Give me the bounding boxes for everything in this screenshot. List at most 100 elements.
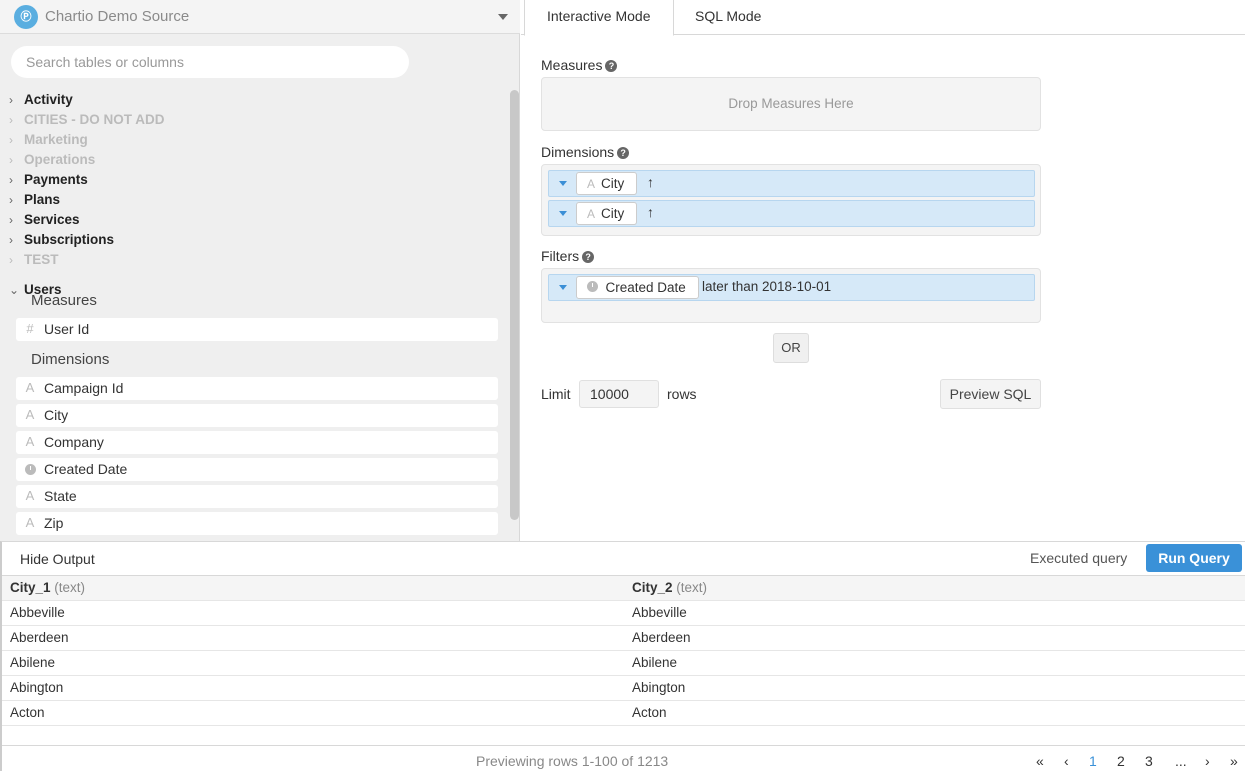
- table-cell: Abbeville: [10, 605, 65, 620]
- chevron-right-icon[interactable]: ›: [9, 90, 13, 110]
- measure-field[interactable]: # User Id: [16, 318, 498, 341]
- first-page-button[interactable]: «: [1036, 753, 1044, 769]
- column-header[interactable]: City_2 (text): [632, 576, 707, 600]
- executed-query-link[interactable]: Executed query: [1030, 550, 1127, 566]
- search-input[interactable]: [11, 46, 409, 78]
- limit-input[interactable]: [579, 380, 659, 408]
- table-cell: Abington: [10, 680, 64, 695]
- table-item[interactable]: › Activity: [0, 90, 505, 110]
- table-item[interactable]: › Operations: [0, 150, 505, 170]
- chevron-down-icon[interactable]: [559, 211, 567, 216]
- table-header-row: City_1 (text) City_2 (text): [2, 576, 1245, 601]
- output-toolbar: Hide Output Executed query Run Query: [2, 542, 1245, 576]
- last-page-button[interactable]: »: [1230, 753, 1238, 769]
- hide-output-button[interactable]: Hide Output: [20, 551, 95, 567]
- table-name: Operations: [24, 152, 96, 167]
- tab-interactive-mode[interactable]: Interactive Mode: [524, 0, 674, 36]
- table-row: Abilene Abilene: [2, 651, 1245, 676]
- page-2-button[interactable]: 2: [1117, 753, 1125, 769]
- table-cell: Abbeville: [632, 605, 687, 620]
- chevron-right-icon[interactable]: ›: [9, 130, 13, 150]
- ellipsis: ...: [1175, 753, 1187, 769]
- dimension-field-chip[interactable]: A City: [576, 172, 638, 195]
- field-name: Created Date: [44, 461, 128, 477]
- dimension-field-chip[interactable]: A City: [576, 202, 638, 225]
- dimension-field[interactable]: A City: [16, 404, 498, 427]
- chevron-right-icon[interactable]: ›: [9, 250, 13, 270]
- chevron-right-icon[interactable]: ›: [9, 170, 13, 190]
- sort-ascending-icon[interactable]: ↑: [647, 174, 654, 190]
- help-icon[interactable]: ?: [582, 251, 595, 263]
- table-name: Subscriptions: [24, 232, 115, 247]
- scrollbar[interactable]: [510, 90, 519, 520]
- field-name: Campaign Id: [44, 380, 124, 396]
- table-name: Payments: [24, 172, 88, 187]
- help-icon[interactable]: ?: [617, 147, 630, 159]
- schema-panel: Ⓟ Chartio Demo Source › Activity › CITIES -…: [0, 0, 520, 541]
- prev-page-button[interactable]: ‹: [1064, 753, 1069, 769]
- chevron-right-icon[interactable]: ›: [9, 150, 13, 170]
- source-name: Chartio Demo Source: [45, 8, 190, 25]
- pagination: Previewing rows 1-100 of 1213 « ‹ 1 2 3 …: [2, 745, 1245, 772]
- source-selector[interactable]: Ⓟ Chartio Demo Source: [0, 0, 520, 34]
- table-name: Plans: [24, 192, 61, 207]
- text-type-icon: A: [25, 380, 35, 395]
- dimension-pill[interactable]: A City ↑: [548, 170, 1035, 197]
- table-list: › Activity › CITIES - DO NOT ADD › Marketing ›…: [0, 90, 505, 270]
- table-cell: Abington: [632, 680, 686, 695]
- table-item[interactable]: › CITIES - DO NOT ADD: [0, 110, 505, 130]
- table-name: Marketing: [24, 132, 88, 147]
- dimension-pill[interactable]: A City ↑: [548, 200, 1035, 227]
- table-item[interactable]: › Marketing: [0, 130, 505, 150]
- chevron-down-icon[interactable]: [559, 285, 567, 290]
- field-name: Company: [44, 434, 104, 450]
- table-item[interactable]: › Plans: [0, 190, 505, 210]
- or-button[interactable]: OR: [773, 333, 809, 363]
- mode-tabs: Interactive Mode SQL Mode: [521, 0, 1245, 36]
- filter-pill[interactable]: Created Date later than 2018-10-01: [548, 274, 1035, 301]
- chevron-right-icon[interactable]: ›: [9, 230, 13, 250]
- table-row: Aberdeen Aberdeen: [2, 626, 1245, 651]
- preview-sql-button[interactable]: Preview SQL: [940, 379, 1041, 409]
- chevron-down-icon[interactable]: ⌄: [9, 280, 19, 300]
- table-item[interactable]: › Subscriptions: [0, 230, 505, 250]
- measures-dropzone[interactable]: Drop Measures Here: [541, 77, 1041, 131]
- dimension-field[interactable]: A State: [16, 485, 498, 508]
- filters-dropzone[interactable]: Created Date later than 2018-10-01: [541, 268, 1041, 323]
- text-type-icon: A: [587, 207, 596, 221]
- dimension-field[interactable]: A Company: [16, 431, 498, 454]
- dimension-field[interactable]: Created Date: [16, 458, 498, 481]
- chevron-right-icon[interactable]: ›: [9, 190, 13, 210]
- run-query-button[interactable]: Run Query: [1146, 544, 1242, 572]
- table-cell: Abilene: [10, 655, 56, 670]
- help-icon[interactable]: ?: [605, 60, 618, 72]
- dimension-field[interactable]: A Campaign Id: [16, 377, 498, 400]
- output-panel: Hide Output Executed query Run Query Cit…: [0, 541, 1245, 771]
- table-name: CITIES - DO NOT ADD: [24, 112, 165, 127]
- dimension-field[interactable]: A Zip: [16, 512, 498, 535]
- filter-value[interactable]: later than 2018-10-01: [702, 279, 831, 294]
- table-item[interactable]: › Services: [0, 210, 505, 230]
- column-header[interactable]: City_1 (text): [10, 576, 85, 600]
- table-item[interactable]: › TEST: [0, 250, 505, 270]
- page-3-button[interactable]: 3: [1145, 753, 1153, 769]
- filter-field-chip[interactable]: Created Date: [576, 276, 699, 299]
- table-name: Services: [24, 212, 80, 227]
- dimensions-heading: Dimensions: [31, 351, 110, 368]
- table-name: TEST: [24, 252, 59, 267]
- scrollbar-thumb[interactable]: [510, 90, 519, 520]
- chevron-down-icon[interactable]: [498, 14, 508, 20]
- chevron-down-icon[interactable]: [559, 181, 567, 186]
- chevron-right-icon[interactable]: ›: [9, 110, 13, 130]
- tab-sql-mode[interactable]: SQL Mode: [673, 0, 783, 35]
- page-1-button[interactable]: 1: [1089, 753, 1097, 769]
- table-item[interactable]: › Payments: [0, 170, 505, 190]
- dimensions-dropzone[interactable]: A City ↑ A City ↑: [541, 164, 1041, 236]
- table-cell: Acton: [632, 705, 667, 720]
- measures-label: Measures?: [541, 57, 618, 73]
- measures-heading: Measures: [31, 292, 97, 309]
- table-name: Activity: [24, 92, 73, 107]
- sort-ascending-icon[interactable]: ↑: [647, 204, 654, 220]
- next-page-button[interactable]: ›: [1205, 753, 1210, 769]
- chevron-right-icon[interactable]: ›: [9, 210, 13, 230]
